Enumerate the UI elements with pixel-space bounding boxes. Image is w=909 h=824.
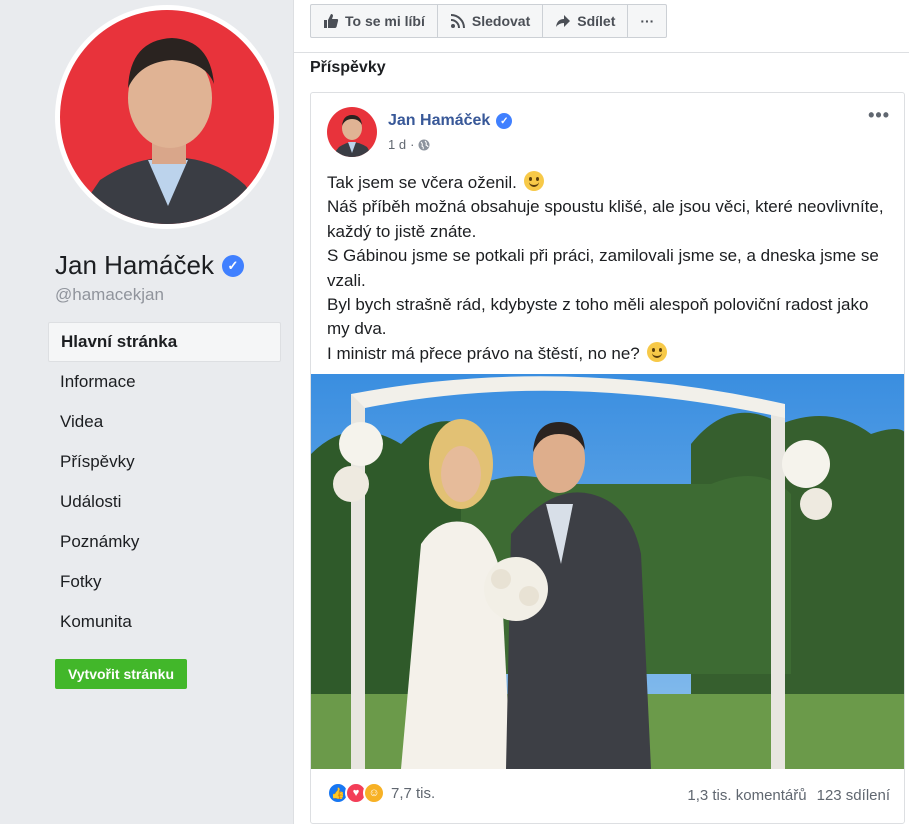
page-name: Jan Hamáček ✓ (55, 250, 244, 281)
nav-item-notes[interactable]: Poznámky (48, 522, 281, 562)
smile-emoji-icon (523, 171, 544, 191)
like-page-label: To se mi líbí (345, 13, 425, 29)
post-author[interactable]: Jan Hamáček ✓ (388, 112, 513, 130)
post-photo[interactable] (311, 374, 904, 769)
nav-item-photos[interactable]: Fotky (48, 562, 281, 602)
post-line: Náš příběh možná obsahuje spoustu klišé,… (327, 197, 884, 241)
left-sidebar: Jan Hamáček ✓ @hamacekjan Hlavní stránka… (0, 0, 293, 824)
post-line: I ministr má přece právo na štěstí, no n… (327, 341, 892, 366)
verified-badge-icon: ✓ (221, 254, 244, 277)
like-page-button[interactable]: To se mi líbí (311, 5, 438, 37)
post-line: Byl bych strašně rád, kdybyste z toho mě… (327, 295, 869, 339)
reactions-summary[interactable]: 👍 ♥ ☺ 7,7 tis. (327, 782, 435, 804)
verified-badge-icon: ✓ (496, 113, 513, 129)
comments-count[interactable]: 1,3 tis. komentářů (687, 787, 806, 804)
follow-button[interactable]: Sledovat (438, 5, 544, 37)
nav-item-events[interactable]: Události (48, 482, 281, 522)
rss-follow-icon (450, 14, 465, 29)
reactions-count: 7,7 tis. (391, 784, 436, 802)
post-stats: 1,3 tis. komentářů 123 sdílení (687, 787, 890, 804)
nav-item-videos[interactable]: Videa (48, 402, 281, 442)
nav-item-about[interactable]: Informace (48, 362, 281, 402)
more-dots-icon: ··· (640, 13, 655, 29)
more-options-button[interactable]: ··· (628, 5, 666, 37)
post-author-name: Jan Hamáček (388, 112, 491, 129)
page-action-bar: To se mi líbí Sledovat Sdílet ··· (310, 4, 668, 38)
post-meta: 1 d · (388, 137, 430, 152)
post-text: Tak jsem se včera oženil. Náš příběh mož… (327, 171, 892, 366)
create-page-button[interactable]: Vytvořit stránku (55, 659, 187, 689)
post-author-avatar[interactable] (327, 107, 377, 157)
section-title: Příspěvky (310, 59, 386, 76)
share-label: Sdílet (577, 13, 616, 29)
post-timestamp[interactable]: 1 d (388, 137, 406, 152)
page-nav: Hlavní stránka Informace Videa Příspěvky… (48, 322, 281, 642)
follow-label: Sledovat (471, 13, 531, 29)
nav-item-community[interactable]: Komunita (48, 602, 281, 642)
profile-picture[interactable] (55, 5, 279, 229)
post-options-icon[interactable]: ••• (868, 105, 890, 126)
page-name-text: Jan Hamáček (55, 250, 214, 280)
globe-icon (418, 139, 430, 150)
share-arrow-icon (556, 15, 571, 27)
divider (294, 52, 909, 53)
nav-item-posts[interactable]: Příspěvky (48, 442, 281, 482)
post-card: Jan Hamáček ✓ 1 d · ••• Tak jsem se včer… (310, 92, 905, 824)
main-column: To se mi líbí Sledovat Sdílet ··· Příspě… (293, 0, 909, 824)
nav-item-home[interactable]: Hlavní stránka (48, 322, 281, 362)
post-line: Tak jsem se včera oženil. (327, 171, 892, 195)
page-handle[interactable]: @hamacekjan (55, 285, 164, 305)
thumbs-up-icon (324, 14, 339, 28)
shares-count[interactable]: 123 sdílení (817, 787, 890, 804)
post-line: S Gábinou jsme se potkali při práci, zam… (327, 246, 879, 290)
smile-emoji-icon (646, 341, 667, 362)
share-page-button[interactable]: Sdílet (543, 5, 629, 37)
care-reaction-icon: ☺ (363, 782, 385, 804)
